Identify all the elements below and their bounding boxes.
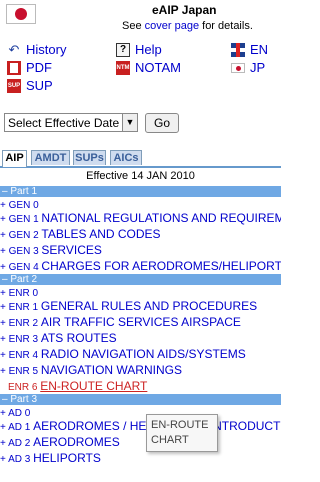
contents-list: – Part 1 + GEN 0 + GEN 1 NATIONAL REGULA… [0, 186, 281, 466]
pdf-label: PDF [26, 60, 52, 75]
item-title: AERODROMES [33, 435, 120, 449]
list-item-enr-4[interactable]: + ENR 4 RADIO NAVIGATION AIDS/SYSTEMS [0, 346, 281, 362]
tab-bar: AIP AMDT SUPs AICs [0, 149, 281, 168]
chevron-down-icon[interactable]: ▼ [122, 114, 137, 131]
list-item-enr-6[interactable]: ENR 6 EN-ROUTE CHART [0, 378, 281, 394]
tab-aics[interactable]: AICs [110, 150, 142, 165]
pdf-link[interactable]: PDF [7, 60, 52, 75]
item-title: NAVIGATION WARNINGS [40, 363, 182, 377]
uk-flag-icon [231, 42, 245, 57]
list-item-gen-0[interactable]: + GEN 0 [0, 197, 281, 210]
tab-sups[interactable]: SUPs [73, 150, 106, 165]
list-item-gen-2[interactable]: + GEN 2 TABLES AND CODES [0, 226, 281, 242]
cover-suffix: for details. [199, 20, 253, 32]
list-item-gen-3[interactable]: + GEN 3 SERVICES [0, 242, 281, 258]
item-code: + AD 3 [0, 454, 34, 465]
item-title: HELIPORTS [33, 451, 101, 465]
language-jp-link[interactable]: JP [231, 60, 265, 75]
list-item-ad-3[interactable]: + AD 3 HELIPORTS [0, 450, 281, 466]
sup-link[interactable]: SUP SUP [7, 78, 53, 93]
help-label: Help [135, 42, 162, 57]
tab-amdt[interactable]: AMDT [31, 150, 70, 165]
sup-icon: SUP [7, 78, 21, 93]
list-item-enr-1[interactable]: + ENR 1 GENERAL RULES AND PROCEDURES [0, 298, 281, 314]
item-code: + GEN 1 [0, 214, 42, 225]
item-title: NATIONAL REGULATIONS AND REQUIREMENTS [41, 211, 281, 225]
go-button[interactable]: Go [145, 113, 179, 133]
sup-label: SUP [26, 78, 53, 93]
cover-note: See cover page for details. [122, 20, 253, 32]
list-item-enr-3[interactable]: + ENR 3 ATS ROUTES [0, 330, 281, 346]
item-title: SERVICES [41, 243, 102, 257]
language-en-link[interactable]: EN [231, 42, 268, 57]
item-title: AIR TRAFFIC SERVICES AIRSPACE [40, 315, 241, 329]
item-code: + AD 1 [0, 422, 34, 433]
notam-link[interactable]: NTM NOTAM [116, 60, 181, 75]
item-code: + GEN 2 [0, 230, 42, 241]
tooltip: EN-ROUTE CHART [146, 414, 218, 452]
item-title: TABLES AND CODES [41, 227, 161, 241]
item-code: + GEN 0 [0, 200, 39, 210]
history-icon: ↶ [8, 41, 20, 57]
item-title: ATS ROUTES [40, 331, 117, 345]
japan-flag-small-icon [231, 62, 245, 73]
japan-flag-icon [6, 4, 36, 24]
item-code: ENR 6 [8, 382, 41, 393]
list-item-enr-2[interactable]: + ENR 2 AIR TRAFFIC SERVICES AIRSPACE [0, 314, 281, 330]
item-title: RADIO NAVIGATION AIDS/SYSTEMS [40, 347, 246, 361]
item-title: EN-ROUTE CHART [40, 379, 148, 393]
item-code: + ENR 3 [0, 334, 41, 345]
history-link[interactable]: ↶ History [7, 41, 67, 57]
item-code: + ENR 1 [0, 302, 41, 313]
part-2-header[interactable]: – Part 2 [0, 274, 281, 285]
en-label: EN [250, 42, 269, 57]
item-code: + AD 2 [0, 438, 34, 449]
cover-page-link[interactable]: cover page [145, 20, 199, 32]
nav-links: ↶ History ? Help EN PDF NTM NOTAM JP SUP SUP [0, 40, 281, 96]
item-code: + ENR 0 [0, 288, 39, 298]
list-item-gen-4[interactable]: + GEN 4 CHARGES FOR AERODROMES/HELIPORTS [0, 258, 281, 274]
list-item-enr-0[interactable]: + ENR 0 [0, 285, 281, 298]
item-title: GENERAL RULES AND PROCEDURES [40, 299, 258, 313]
help-link[interactable]: ? Help [116, 42, 162, 57]
effective-date-select-value: Select Effective Date [8, 116, 120, 130]
jp-label: JP [250, 60, 266, 75]
tab-aip[interactable]: AIP [2, 150, 27, 167]
header: eAIP Japan See cover page for details. [0, 0, 281, 38]
list-item-ad-1[interactable]: + AD 1 AERODROMES / HELICOPTER INTRODUCT… [0, 418, 281, 434]
effective-date-label: Effective 14 JAN 2010 [86, 170, 195, 182]
page-title: eAIP Japan [152, 3, 217, 17]
item-code: + AD 0 [0, 408, 31, 418]
item-code: + ENR 2 [0, 318, 41, 329]
list-item-gen-1[interactable]: + GEN 1 NATIONAL REGULATIONS AND REQUIRE… [0, 210, 281, 226]
list-item-enr-5[interactable]: + ENR 5 NAVIGATION WARNINGS [0, 362, 281, 378]
history-label: History [26, 42, 67, 57]
help-icon: ? [116, 42, 130, 57]
list-item-ad-2[interactable]: + AD 2 AERODROMES [0, 434, 281, 450]
pdf-icon [7, 60, 21, 75]
item-code: + GEN 3 [0, 246, 42, 257]
list-item-ad-0[interactable]: + AD 0 [0, 405, 281, 418]
item-code: + ENR 4 [0, 350, 41, 361]
notam-icon: NTM [116, 60, 130, 75]
item-code: + GEN 4 [0, 262, 42, 273]
notam-label: NOTAM [135, 60, 181, 75]
effective-date-select[interactable]: Select Effective Date ▼ [4, 113, 138, 132]
item-title: CHARGES FOR AERODROMES/HELIPORTS [41, 259, 281, 273]
cover-prefix: See [122, 20, 145, 32]
item-code: + ENR 5 [0, 366, 41, 377]
part-1-header[interactable]: – Part 1 [0, 186, 281, 197]
part-3-header[interactable]: – Part 3 [0, 394, 281, 405]
